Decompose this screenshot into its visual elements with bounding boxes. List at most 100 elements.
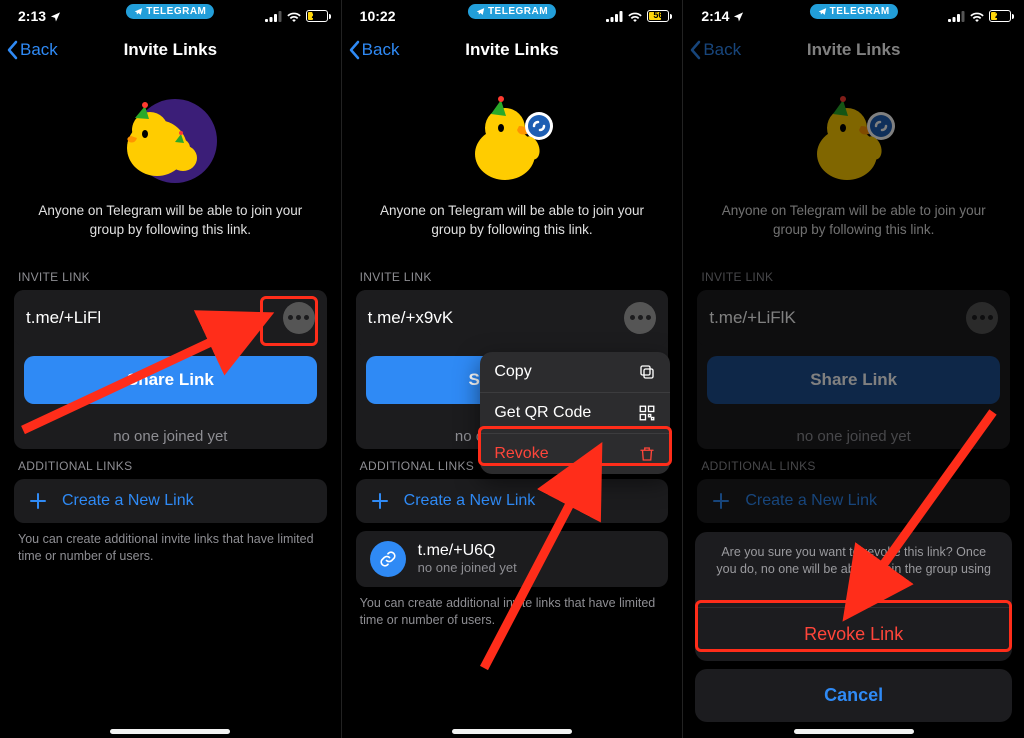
telegram-pill[interactable]: TELEGRAM [468, 4, 556, 19]
plus-icon [28, 491, 48, 511]
status-time: 2:14 [701, 8, 729, 24]
more-button[interactable] [624, 302, 656, 334]
wifi-icon [627, 11, 643, 22]
back-label: Back [20, 40, 58, 60]
invite-link-text: t.me/+LiFlK [709, 308, 795, 328]
status-time: 2:13 [18, 8, 46, 24]
join-status: no one joined yet [697, 414, 1010, 449]
location-icon [733, 11, 744, 22]
status-bar: 2:13 TELEGRAM 26 [0, 0, 341, 28]
back-button[interactable]: Back [348, 40, 400, 60]
back-label: Back [703, 40, 741, 60]
home-indicator[interactable] [110, 729, 230, 734]
screen-1: 2:13 TELEGRAM 26 Back Invite Links [0, 0, 342, 738]
sheet-message: Are you sure you want to revoke this lin… [695, 532, 1012, 608]
status-bar: 10:22 TELEGRAM 56 [342, 0, 683, 28]
extra-link-text: t.me/+U6Q [418, 542, 517, 560]
back-button[interactable]: Back [6, 40, 58, 60]
invite-link-row[interactable]: t.me/+LiFlK [697, 290, 1010, 346]
share-button[interactable]: Share Link [707, 356, 1000, 404]
section-additional-label: ADDITIONAL LINKS [14, 449, 327, 479]
hero-illustration [799, 86, 909, 196]
status-bar: 2:14 TELEGRAM 26 [683, 0, 1024, 28]
section-invite-label: INVITE LINK [356, 260, 669, 290]
screen-2: 10:22 TELEGRAM 56 Back Invite Links [342, 0, 684, 738]
invite-link-text: t.me/+x9vK [368, 308, 454, 328]
create-link-button[interactable]: Create a New Link [356, 479, 669, 523]
extra-link-row[interactable]: t.me/+U6Q no one joined yet [356, 531, 669, 587]
nav-bar: Back Invite Links [0, 28, 341, 72]
menu-copy-label: Copy [494, 363, 531, 381]
invite-card: t.me/+LiFlK Share Link no one joined yet [697, 290, 1010, 449]
home-indicator[interactable] [794, 729, 914, 734]
wifi-icon [969, 11, 985, 22]
invite-link-row[interactable]: t.me/+x9vK [356, 290, 669, 346]
action-sheet: Are you sure you want to revoke this lin… [695, 532, 1012, 722]
pill-label: TELEGRAM [488, 6, 548, 17]
page-title: Invite Links [465, 40, 559, 60]
more-button[interactable] [966, 302, 998, 334]
invite-card: t.me/+LiFl Share Link no one joined yet [14, 290, 327, 449]
telegram-pill[interactable]: TELEGRAM [810, 4, 898, 19]
pill-label: TELEGRAM [146, 6, 206, 17]
link-context-menu: Copy Get QR Code Revoke [480, 352, 670, 474]
hero-illustration [457, 86, 567, 196]
telegram-icon [476, 7, 485, 16]
screen-3: 2:14 TELEGRAM 26 Back Invite Links [683, 0, 1024, 738]
cell-signal-icon [265, 11, 282, 22]
link-icon [370, 541, 406, 577]
extra-link-status: no one joined yet [418, 560, 517, 575]
chevron-left-icon [348, 40, 360, 60]
cell-signal-icon [948, 11, 965, 22]
hero-caption: Anyone on Telegram will be able to join … [356, 196, 669, 252]
copy-icon [638, 363, 656, 381]
create-link-button[interactable]: Create a New Link [14, 479, 327, 523]
qr-icon [638, 404, 656, 422]
status-time: 10:22 [360, 8, 396, 24]
create-link-label: Create a New Link [745, 492, 877, 510]
page-title: Invite Links [124, 40, 218, 60]
more-button[interactable] [283, 302, 315, 334]
wifi-icon [286, 11, 302, 22]
hero-caption: Anyone on Telegram will be able to join … [697, 196, 1010, 252]
plus-icon [711, 491, 731, 511]
chevron-left-icon [689, 40, 701, 60]
home-indicator[interactable] [452, 729, 572, 734]
telegram-icon [134, 7, 143, 16]
battery-icon: 26 [306, 10, 331, 22]
page-title: Invite Links [807, 40, 901, 60]
cell-signal-icon [606, 11, 623, 22]
chevron-left-icon [6, 40, 18, 60]
section-invite-label: INVITE LINK [697, 260, 1010, 290]
location-icon [50, 11, 61, 22]
telegram-pill[interactable]: TELEGRAM [126, 4, 214, 19]
join-status: no one joined yet [14, 414, 327, 449]
cancel-button[interactable]: Cancel [695, 669, 1012, 722]
menu-revoke-label: Revoke [494, 445, 548, 463]
nav-bar: Back Invite Links [342, 28, 683, 72]
battery-icon: 26 [989, 10, 1014, 22]
footer-note: You can create additional invite links t… [14, 523, 327, 565]
menu-qr-label: Get QR Code [494, 404, 591, 422]
trash-icon [638, 445, 656, 463]
section-additional-label: ADDITIONAL LINKS [697, 449, 1010, 479]
create-link-button[interactable]: Create a New Link [697, 479, 1010, 523]
menu-revoke[interactable]: Revoke [480, 434, 670, 474]
back-label: Back [362, 40, 400, 60]
menu-copy[interactable]: Copy [480, 352, 670, 393]
menu-qr[interactable]: Get QR Code [480, 393, 670, 434]
create-link-label: Create a New Link [404, 492, 536, 510]
section-invite-label: INVITE LINK [14, 260, 327, 290]
hero-caption: Anyone on Telegram will be able to join … [14, 196, 327, 252]
create-link-label: Create a New Link [62, 492, 194, 510]
plus-icon [370, 491, 390, 511]
revoke-link-button[interactable]: Revoke Link [695, 608, 1012, 661]
back-button[interactable]: Back [689, 40, 741, 60]
invite-link-row[interactable]: t.me/+LiFl [14, 290, 327, 346]
pill-label: TELEGRAM [830, 6, 890, 17]
invite-link-text: t.me/+LiFl [26, 308, 101, 328]
battery-icon: 56 [647, 10, 672, 22]
share-button[interactable]: Share Link [24, 356, 317, 404]
nav-bar: Back Invite Links [683, 28, 1024, 72]
telegram-icon [818, 7, 827, 16]
